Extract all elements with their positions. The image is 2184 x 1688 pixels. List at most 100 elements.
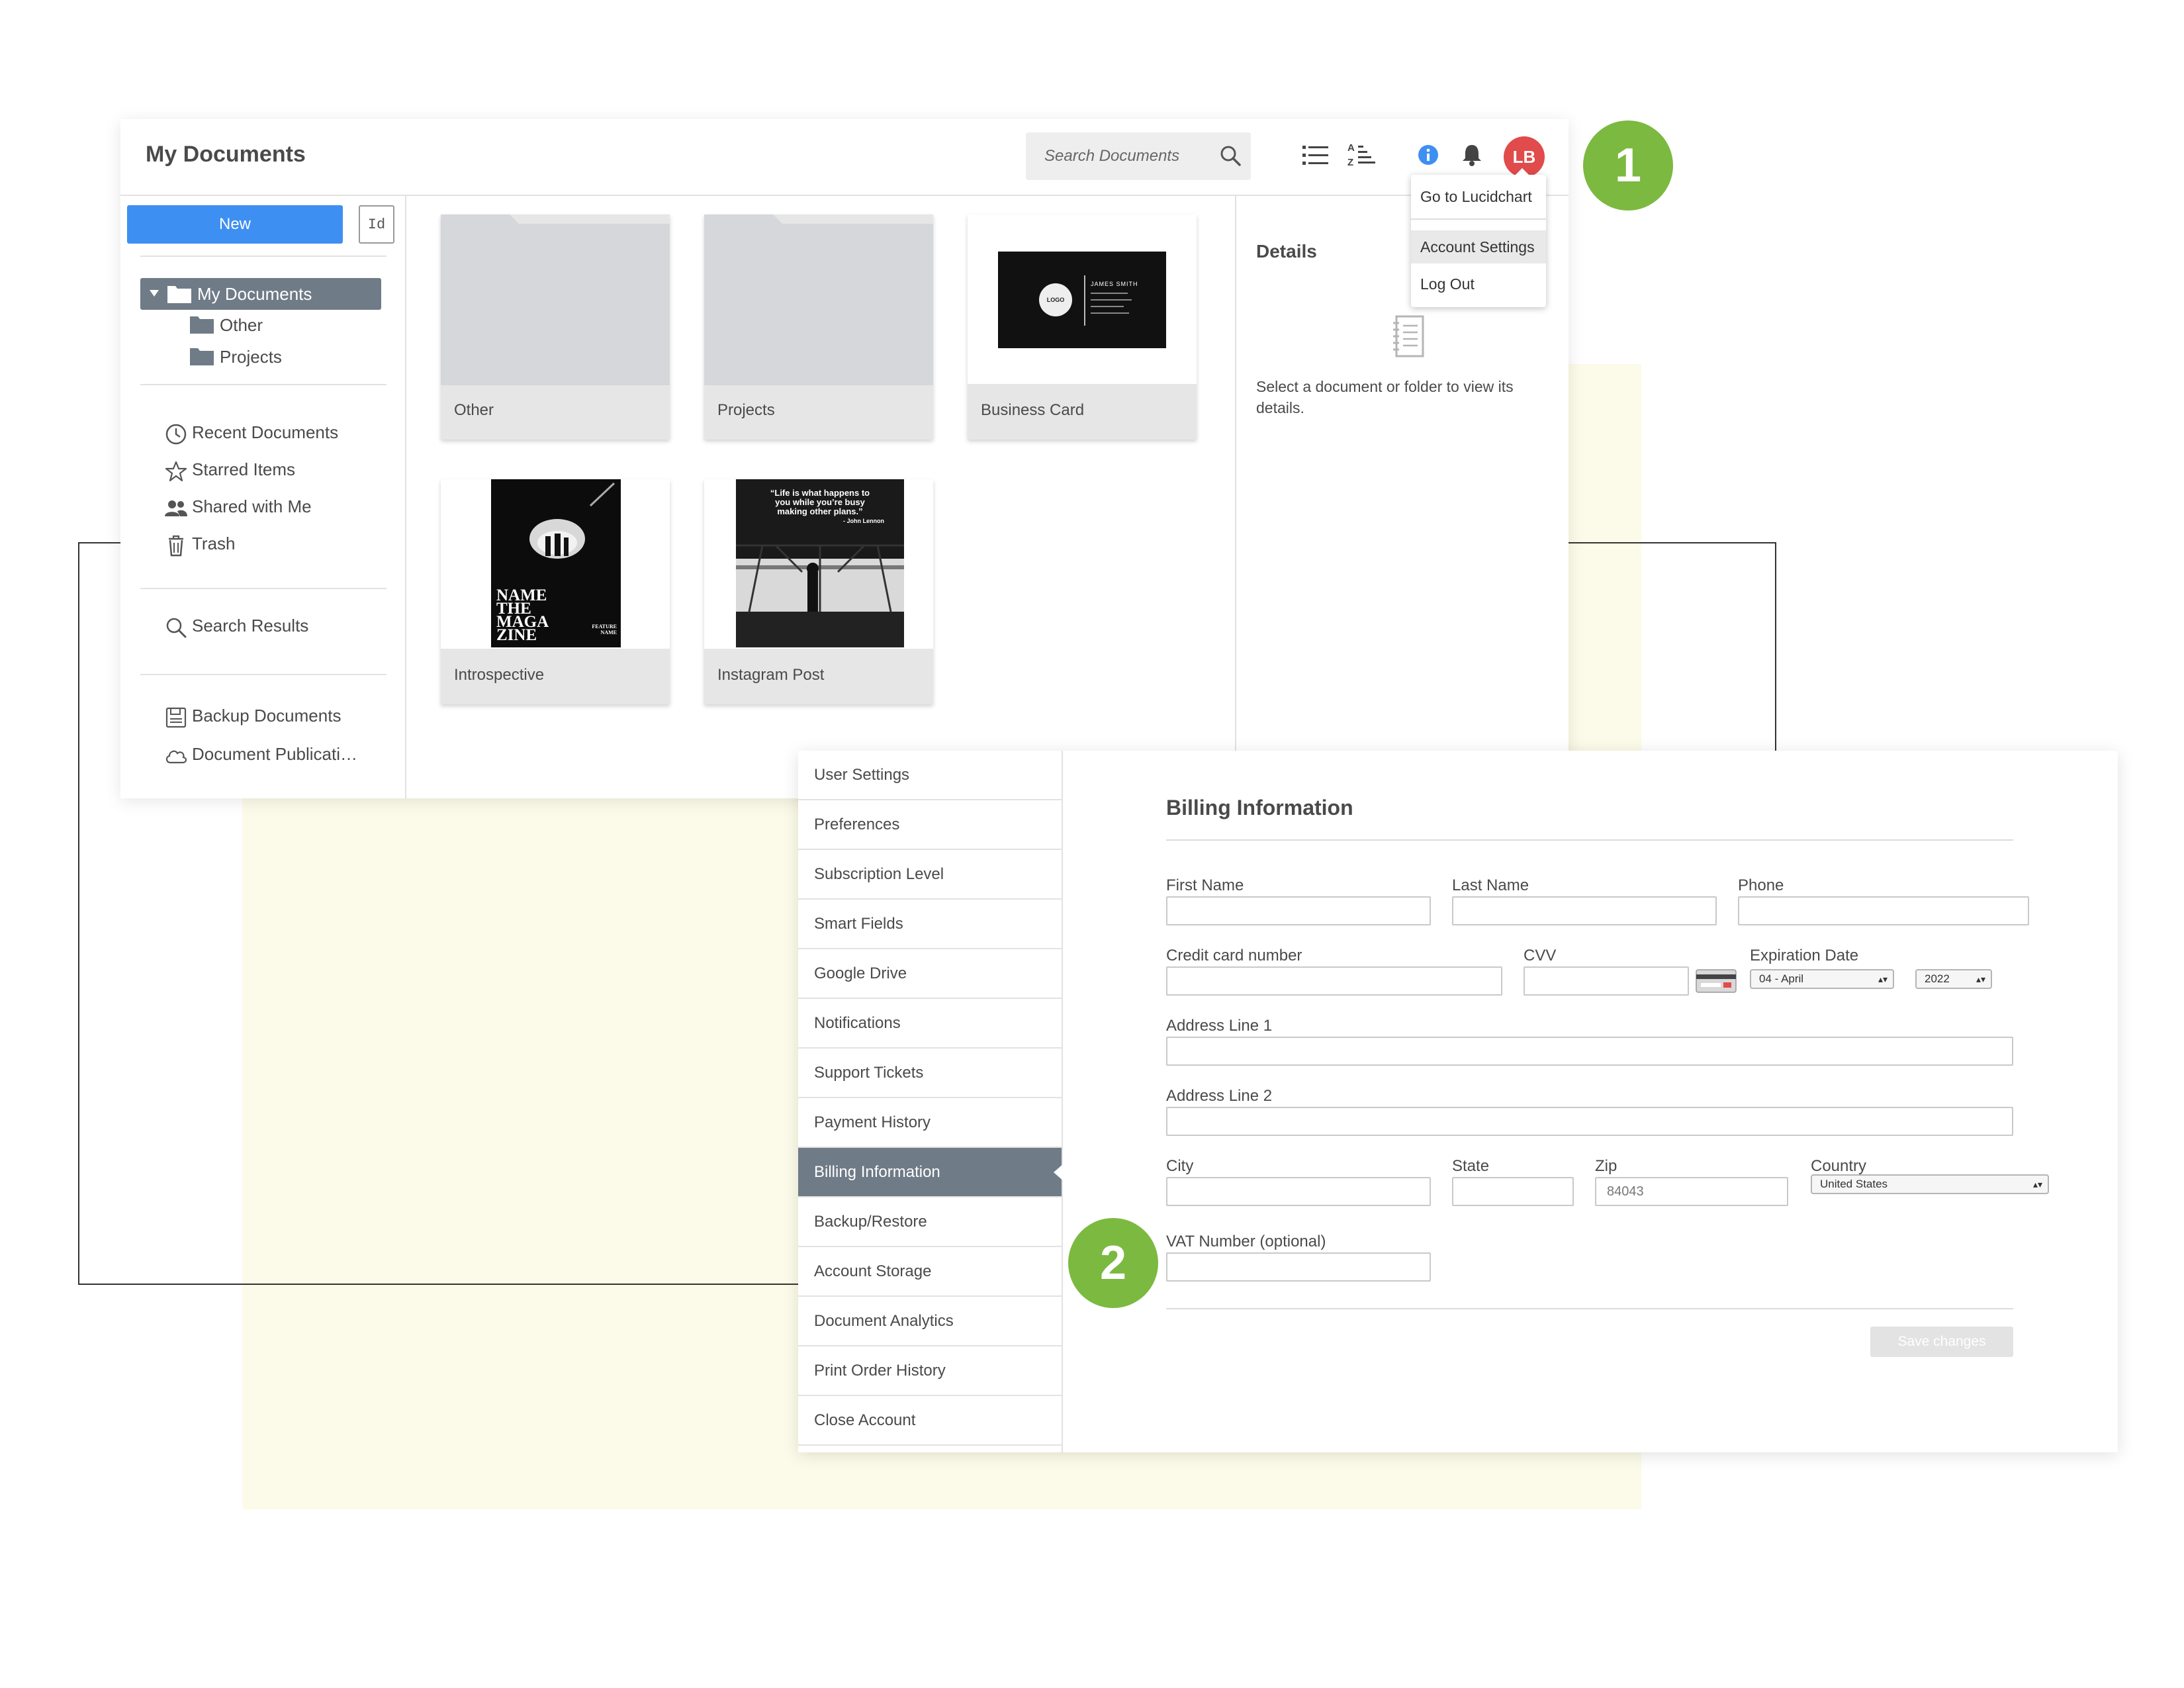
business-card-line bbox=[1091, 293, 1128, 294]
state-field[interactable] bbox=[1452, 1177, 1574, 1206]
sidebar-divider bbox=[140, 256, 387, 257]
info-icon[interactable] bbox=[1411, 138, 1445, 172]
sidebar-item-search-results[interactable]: Search Results bbox=[164, 614, 363, 641]
form-divider bbox=[1166, 1308, 2013, 1309]
menu-item-support-tickets[interactable]: Support Tickets bbox=[798, 1049, 1062, 1098]
menu-item-billing-information[interactable]: Billing Information bbox=[798, 1148, 1062, 1197]
tree-item-projects[interactable]: Projects bbox=[189, 342, 388, 372]
card-thumbnail-area: LOGO JAMES SMITH bbox=[968, 214, 1197, 384]
form-title: Billing Information bbox=[1166, 796, 1353, 820]
menu-item-document-analytics[interactable]: Document Analytics bbox=[798, 1297, 1062, 1346]
select-arrows-icon: ▴▾ bbox=[1976, 974, 1985, 984]
menu-item-preferences[interactable]: Preferences bbox=[798, 800, 1062, 850]
menu-item-go-to-lucidchart[interactable]: Go to Lucidchart bbox=[1411, 180, 1546, 213]
indesign-import-button[interactable]: Id bbox=[359, 205, 394, 244]
search-icon[interactable] bbox=[1216, 142, 1246, 171]
quote-line: you while you’re busy bbox=[775, 497, 865, 507]
document-card-introspective[interactable]: NAME THE MAGA ZINE FEATURE NAME Introspe… bbox=[441, 479, 670, 704]
country-select[interactable]: United States ▴▾ bbox=[1811, 1174, 2049, 1194]
notebook-icon bbox=[1393, 315, 1424, 357]
sidebar-item-recent-documents[interactable]: Recent Documents bbox=[164, 421, 363, 447]
magazine-feature: FEATURE NAME bbox=[592, 624, 617, 635]
folder-icon bbox=[167, 286, 191, 303]
list-view-icon[interactable] bbox=[1298, 138, 1333, 172]
tree-label: My Documents bbox=[197, 284, 312, 304]
credit-card-icon bbox=[1696, 969, 1737, 993]
address-line-2-field[interactable] bbox=[1166, 1107, 2013, 1136]
first-name-label: First Name bbox=[1166, 876, 1244, 894]
menu-item-user-settings[interactable]: User Settings bbox=[798, 751, 1062, 800]
card-label: Business Card bbox=[981, 401, 1085, 419]
magazine-title-line: ZINE bbox=[496, 626, 537, 644]
documents-sidebar: New Id My Documents Other Projects Recen… bbox=[120, 196, 406, 798]
card-number-label: Credit card number bbox=[1166, 947, 1302, 964]
menu-item-payment-history[interactable]: Payment History bbox=[798, 1098, 1062, 1148]
vat-number-field[interactable] bbox=[1166, 1252, 1431, 1282]
folder-icon bbox=[190, 316, 214, 334]
sidebar-item-backup-documents[interactable]: Backup Documents bbox=[164, 704, 376, 731]
expiration-month-select[interactable]: 04 - April ▴▾ bbox=[1750, 969, 1894, 989]
document-card-instagram-post[interactable]: “Life is what happens to you while you’r… bbox=[704, 479, 933, 704]
magazine-thumbnail: NAME THE MAGA ZINE FEATURE NAME bbox=[491, 479, 621, 647]
bell-icon[interactable] bbox=[1455, 138, 1489, 172]
tree-item-my-documents[interactable]: My Documents bbox=[140, 278, 381, 310]
svg-text:A: A bbox=[1347, 142, 1355, 154]
document-card-business-card[interactable]: LOGO JAMES SMITH Business Card bbox=[968, 214, 1197, 440]
folder-icon bbox=[190, 348, 214, 365]
select-arrows-icon: ▴▾ bbox=[1878, 974, 1888, 984]
menu-item-print-order-history[interactable]: Print Order History bbox=[798, 1346, 1062, 1396]
business-card-divider bbox=[1084, 275, 1085, 326]
menu-item-account-storage[interactable]: Account Storage bbox=[798, 1247, 1062, 1297]
menu-item-notifications[interactable]: Notifications bbox=[798, 999, 1062, 1049]
sidebar-item-shared-with-me[interactable]: Shared with Me bbox=[164, 495, 363, 522]
card-number-field[interactable] bbox=[1166, 966, 1502, 996]
selected-value: 2022 bbox=[1925, 972, 1950, 985]
menu-item-backup-restore[interactable]: Backup/Restore bbox=[798, 1197, 1062, 1247]
search-input[interactable] bbox=[1044, 142, 1210, 171]
svg-text:Z: Z bbox=[1347, 157, 1353, 168]
zip-field[interactable] bbox=[1595, 1177, 1788, 1206]
caret-down-icon[interactable] bbox=[148, 287, 160, 299]
sidebar-item-trash[interactable]: Trash bbox=[164, 532, 363, 559]
page-title: My Documents bbox=[146, 142, 306, 167]
last-name-field[interactable] bbox=[1452, 896, 1717, 925]
menu-item-log-out[interactable]: Log Out bbox=[1411, 267, 1546, 301]
callout-badge-2: 2 bbox=[1068, 1218, 1158, 1308]
search-icon bbox=[166, 618, 187, 638]
menu-item-google-drive[interactable]: Google Drive bbox=[798, 949, 1062, 999]
sidebar-item-starred-items[interactable]: Starred Items bbox=[164, 458, 363, 485]
menu-item-smart-fields[interactable]: Smart Fields bbox=[798, 900, 1062, 949]
tree-item-other[interactable]: Other bbox=[189, 310, 388, 340]
address-line-2-label: Address Line 2 bbox=[1166, 1087, 1273, 1105]
phone-field[interactable] bbox=[1738, 896, 2029, 925]
new-button[interactable]: New bbox=[127, 205, 343, 244]
quote-line: making other plans.” bbox=[777, 506, 863, 516]
magazine-feature-line: NAME bbox=[600, 630, 617, 635]
sidebar-item-document-publications[interactable]: Document Publicati… bbox=[164, 743, 383, 769]
instagram-thumbnail: “Life is what happens to you while you’r… bbox=[736, 479, 904, 647]
business-card-line bbox=[1091, 299, 1132, 301]
save-changes-button[interactable]: Save changes bbox=[1870, 1327, 2013, 1357]
tree-label: Projects bbox=[220, 347, 282, 367]
sidebar-item-label: Trash bbox=[192, 534, 236, 553]
business-card-line bbox=[1091, 306, 1124, 307]
sort-az-icon[interactable]: A Z bbox=[1343, 138, 1378, 172]
menu-item-account-settings[interactable]: Account Settings bbox=[1411, 230, 1546, 263]
magazine-feature-line: FEATURE bbox=[592, 624, 617, 630]
first-name-field[interactable] bbox=[1166, 896, 1431, 925]
folder-card-other[interactable]: Other bbox=[441, 214, 670, 440]
search-box[interactable] bbox=[1026, 132, 1251, 180]
sidebar-divider bbox=[140, 588, 387, 589]
folder-card-projects[interactable]: Projects bbox=[704, 214, 933, 440]
address-line-1-field[interactable] bbox=[1166, 1037, 2013, 1066]
active-menu-pointer bbox=[1054, 1163, 1064, 1182]
cvv-field[interactable] bbox=[1524, 966, 1689, 996]
last-name-label: Last Name bbox=[1452, 876, 1529, 894]
city-label: City bbox=[1166, 1157, 1194, 1175]
expiration-year-select[interactable]: 2022 ▴▾ bbox=[1915, 969, 1992, 989]
instagram-quote: “Life is what happens to you while you’r… bbox=[736, 489, 904, 526]
address-line-1-label: Address Line 1 bbox=[1166, 1017, 1273, 1035]
menu-item-subscription-level[interactable]: Subscription Level bbox=[798, 850, 1062, 900]
city-field[interactable] bbox=[1166, 1177, 1431, 1206]
menu-item-close-account[interactable]: Close Account bbox=[798, 1396, 1062, 1446]
